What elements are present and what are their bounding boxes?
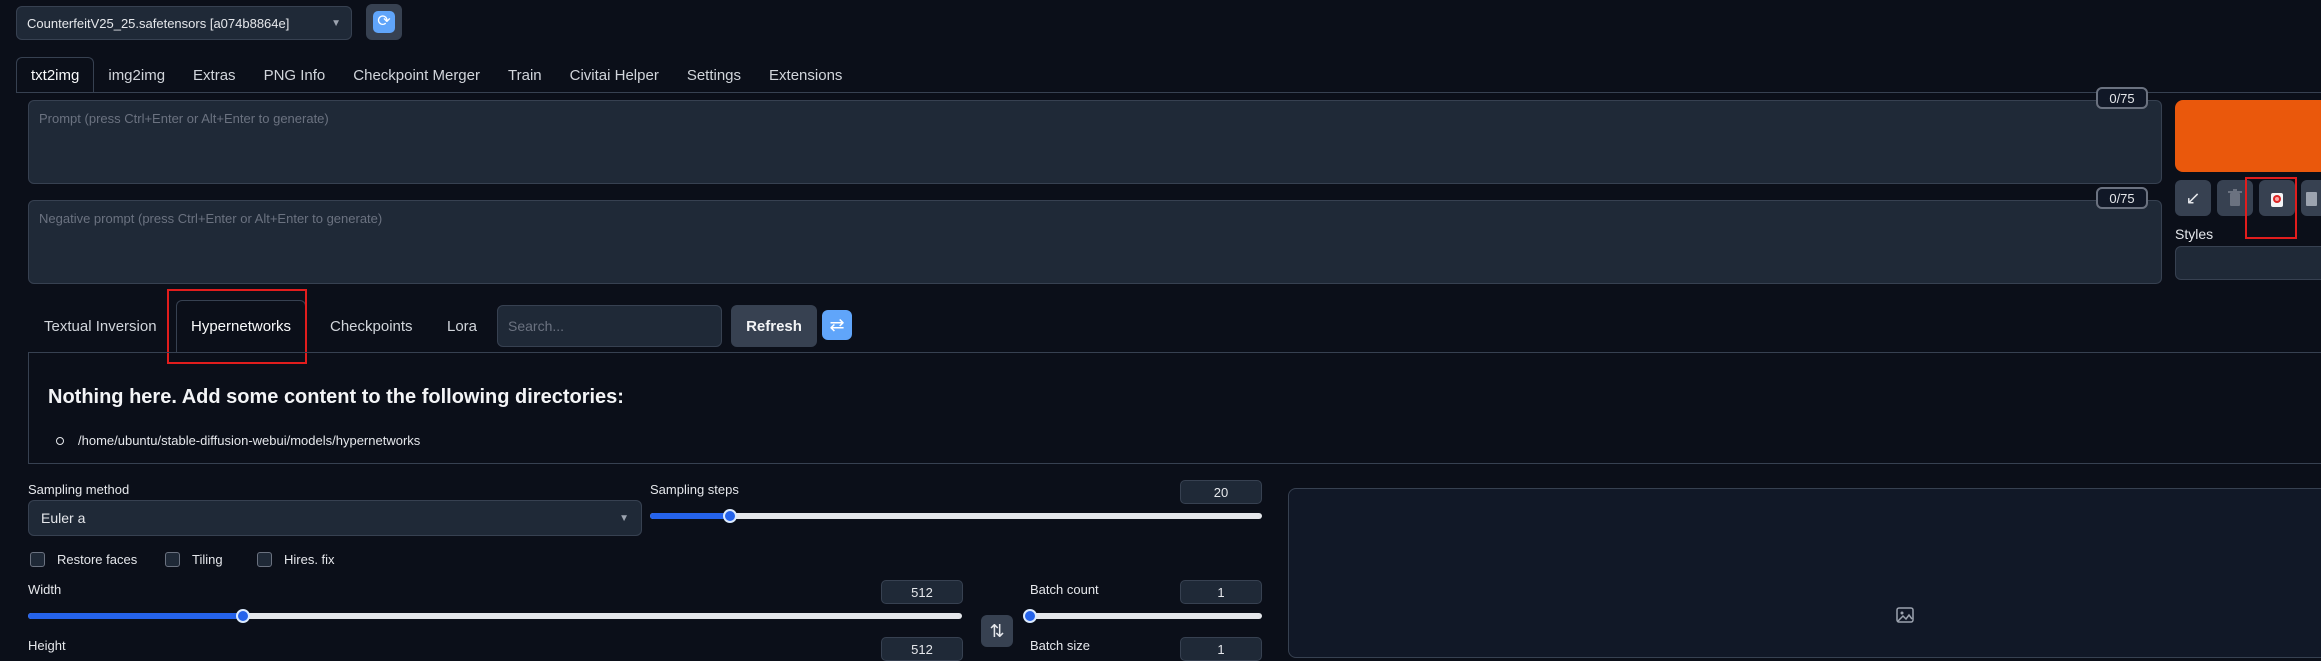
checkbox-box bbox=[30, 552, 45, 567]
highlight-box bbox=[2245, 177, 2297, 239]
prompt-input[interactable]: Prompt (press Ctrl+Enter or Alt+Enter to… bbox=[28, 100, 2162, 184]
sampling-method-value: Euler a bbox=[41, 510, 86, 526]
sampling-method-label: Sampling method bbox=[28, 482, 130, 497]
styles-label: Styles bbox=[2175, 226, 2214, 242]
width-label: Width bbox=[28, 582, 62, 597]
tiling-label: Tiling bbox=[192, 552, 223, 567]
batch-count-label: Batch count bbox=[1030, 582, 1099, 597]
tiling-checkbox[interactable]: Tiling bbox=[165, 552, 223, 567]
sampling-method-dropdown[interactable]: Euler a ▼ bbox=[28, 500, 642, 536]
negative-prompt-token-counter: 0/75 bbox=[2096, 187, 2148, 209]
tab-img2img[interactable]: img2img bbox=[94, 57, 179, 93]
styles-dropdown[interactable] bbox=[2175, 246, 2321, 280]
checkpoint-dropdown[interactable]: CounterfeitV25_25.safetensors [a074b8864… bbox=[16, 6, 352, 40]
height-label: Height bbox=[28, 638, 66, 653]
batch-size-input[interactable]: 1 bbox=[1180, 637, 1262, 661]
search-input[interactable]: Search... bbox=[497, 305, 722, 347]
image-placeholder-icon bbox=[1896, 607, 1914, 623]
batch-count-input[interactable]: 1 bbox=[1180, 580, 1262, 604]
chevron-down-icon: ▼ bbox=[331, 17, 341, 29]
tab-png-info[interactable]: PNG Info bbox=[250, 57, 340, 93]
paste-button[interactable] bbox=[2301, 180, 2321, 216]
cycle-arrows-icon[interactable]: ⇄ bbox=[822, 310, 852, 340]
chevron-down-icon: ▼ bbox=[619, 512, 629, 524]
empty-state-title: Nothing here. Add some content to the fo… bbox=[48, 386, 624, 408]
directory-item: /home/ubuntu/stable-diffusion-webui/mode… bbox=[56, 433, 420, 448]
swap-dimensions-button[interactable]: ⇅ bbox=[981, 615, 1013, 647]
en-tab-textual-inversion[interactable]: Textual Inversion bbox=[44, 300, 157, 352]
batch-count-slider[interactable] bbox=[1030, 613, 1262, 619]
refresh-button[interactable]: Refresh bbox=[731, 305, 817, 347]
prompt-placeholder: Prompt (press Ctrl+Enter or Alt+Enter to… bbox=[39, 111, 329, 126]
search-placeholder: Search... bbox=[508, 318, 565, 334]
main-tab-bar: txt2img img2img Extras PNG Info Checkpoi… bbox=[16, 57, 856, 93]
cycle-arrows-icon: ⟳ bbox=[373, 11, 395, 33]
checkpoint-value: CounterfeitV25_25.safetensors [a074b8864… bbox=[27, 15, 290, 31]
width-slider-fill bbox=[28, 613, 243, 619]
negative-prompt-input[interactable]: Negative prompt (press Ctrl+Enter or Alt… bbox=[28, 200, 2162, 284]
width-slider-handle[interactable] bbox=[235, 609, 250, 623]
bullet-icon bbox=[56, 436, 64, 445]
trash-icon bbox=[2228, 189, 2242, 206]
output-gallery bbox=[1288, 488, 2321, 658]
sampling-steps-slider-fill bbox=[650, 513, 730, 519]
height-input[interactable]: 512 bbox=[881, 637, 963, 661]
sampling-steps-input[interactable]: 20 bbox=[1180, 480, 1262, 504]
tab-extensions[interactable]: Extensions bbox=[755, 57, 856, 93]
directory-path: /home/ubuntu/stable-diffusion-webui/mode… bbox=[78, 433, 421, 448]
en-tab-checkpoints[interactable]: Checkpoints bbox=[330, 300, 413, 352]
width-input[interactable]: 512 bbox=[881, 580, 963, 604]
sampling-steps-slider-handle[interactable] bbox=[722, 509, 737, 523]
en-tab-lora[interactable]: Lora bbox=[447, 300, 477, 352]
checkbox-box bbox=[257, 552, 272, 567]
swap-arrows-icon: ⇅ bbox=[989, 620, 1005, 641]
checkbox-box bbox=[165, 552, 180, 567]
hires-fix-label: Hires. fix bbox=[284, 552, 335, 567]
tab-checkpoint-merger[interactable]: Checkpoint Merger bbox=[339, 57, 494, 93]
width-slider[interactable] bbox=[28, 613, 962, 619]
tab-train[interactable]: Train bbox=[494, 57, 556, 93]
batch-count-slider-handle[interactable] bbox=[1023, 609, 1037, 623]
batch-size-label: Batch size bbox=[1030, 638, 1090, 653]
negative-prompt-placeholder: Negative prompt (press Ctrl+Enter or Alt… bbox=[39, 211, 383, 226]
prompt-token-counter: 0/75 bbox=[2096, 87, 2148, 109]
restore-faces-label: Restore faces bbox=[57, 552, 138, 567]
refresh-checkpoints-button[interactable]: ⟳ bbox=[366, 4, 402, 40]
tab-divider bbox=[16, 92, 2321, 93]
sampling-steps-label: Sampling steps bbox=[650, 482, 739, 497]
generate-button[interactable] bbox=[2175, 100, 2321, 172]
tab-extras[interactable]: Extras bbox=[179, 57, 250, 93]
tab-civitai-helper[interactable]: Civitai Helper bbox=[556, 57, 673, 93]
restore-faces-checkbox[interactable]: Restore faces bbox=[30, 552, 137, 567]
tab-settings[interactable]: Settings bbox=[673, 57, 755, 93]
tab-txt2img[interactable]: txt2img bbox=[16, 57, 95, 93]
read-params-arrow-icon: ↙ bbox=[2185, 187, 2201, 208]
clipboard-icon bbox=[2306, 192, 2317, 206]
sampling-steps-slider[interactable] bbox=[650, 513, 1262, 519]
hires-fix-checkbox[interactable]: Hires. fix bbox=[257, 552, 335, 567]
read-params-button[interactable]: ↙ bbox=[2175, 180, 2211, 216]
